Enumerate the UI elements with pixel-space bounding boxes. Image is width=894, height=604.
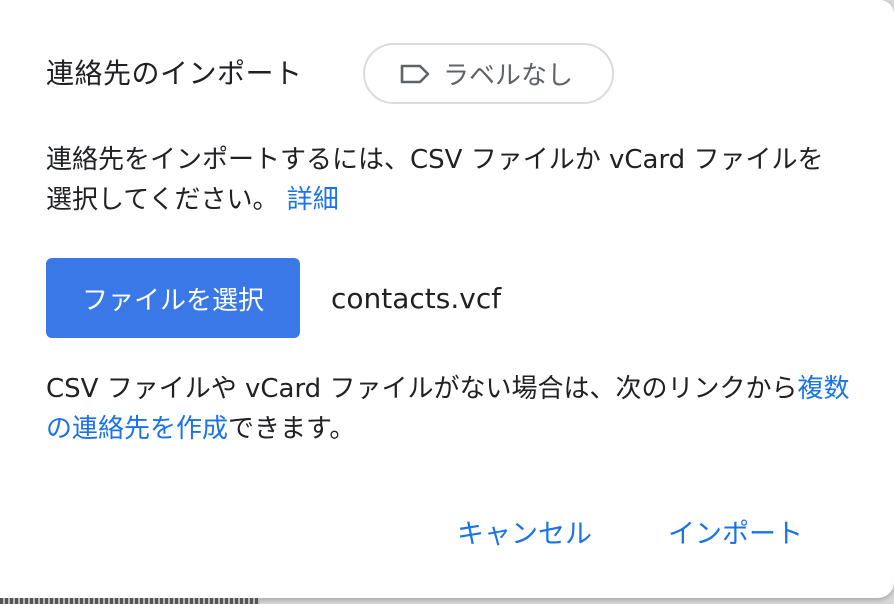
- details-link[interactable]: 詳細: [287, 185, 339, 215]
- selected-file-name: contacts.vcf: [331, 282, 502, 315]
- background-content: [0, 598, 260, 604]
- choose-file-button[interactable]: ファイルを選択: [46, 258, 300, 338]
- dialog-description: 連絡先をインポートするには、CSV ファイルか vCard ファイルを選択してく…: [46, 140, 846, 220]
- dialog-title: 連絡先のインポート: [46, 57, 303, 90]
- note-suffix: できます。: [228, 414, 356, 444]
- label-chip-text: ラベルなし: [443, 61, 574, 91]
- import-button[interactable]: インポート: [668, 512, 803, 551]
- note-prefix: CSV ファイルや vCard ファイルがない場合は、次のリンクから: [46, 374, 798, 404]
- cancel-button[interactable]: キャンセル: [457, 512, 592, 551]
- description-text: 連絡先をインポートするには、CSV ファイルか vCard ファイルを選択してく…: [46, 145, 824, 215]
- label-outline-icon: [400, 64, 430, 83]
- import-contacts-dialog: 連絡先のインポート ラベルなし 連絡先をインポートするには、CSV ファイルか …: [0, 0, 894, 598]
- label-select-chip[interactable]: ラベルなし: [363, 43, 614, 104]
- create-contacts-note: CSV ファイルや vCard ファイルがない場合は、次のリンクから複数の連絡先…: [46, 369, 856, 449]
